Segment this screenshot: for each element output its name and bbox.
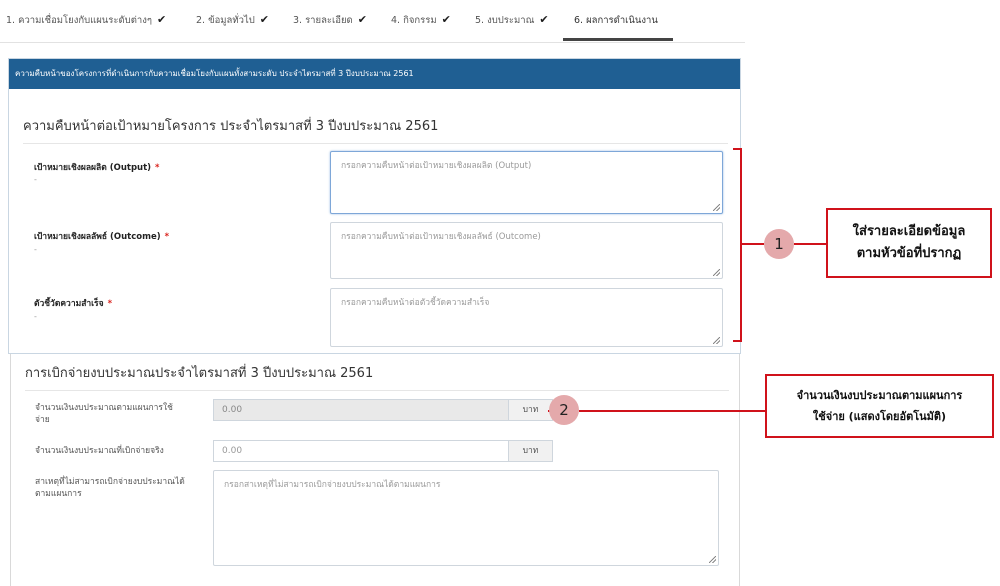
required-mark: * [164,232,170,242]
output-subtext: - [34,175,37,184]
outcome-textarea[interactable]: กรอกความคืบหน้าต่อเป้าหมายเชิงผลลัพธ์ (O… [330,222,723,279]
annotation-line [579,410,765,412]
kpi-placeholder: กรอกความคืบหน้าต่อตัวชี้วัดความสำเร็จ [341,298,490,308]
budget-panel: การเบิกจ่ายงบประมาณประจำไตรมาสที่ 3 ปีงบ… [10,354,740,586]
planned-amount-group: 0.00 บาท [213,399,553,421]
annotation-callout-1: ใส่รายละเอียดข้อมูล ตามหัวข้อที่ปรากฏ [826,208,992,278]
tab-step-3-label: 3. รายละเอียด [293,15,353,26]
annotation-marker-1: 1 [764,229,794,259]
check-icon: ✔ [441,13,451,26]
callout-1-line-1: ใส่รายละเอียดข้อมูล [852,224,966,239]
required-mark: * [155,163,160,173]
annotation-line [794,243,826,245]
tab-step-5-label: 5. งบประมาณ [475,15,535,26]
divider [25,390,729,391]
annotation-bracket [733,148,742,342]
divider [23,143,728,144]
tab-step-3[interactable]: 3. รายละเอียด ✔ [293,13,367,37]
required-mark: * [107,299,113,309]
annotation-line [742,243,764,245]
check-icon: ✔ [156,13,167,26]
check-icon: ✔ [259,13,269,26]
kpi-label: ตัวชี้วัดความสำเร็จ * [34,296,112,310]
tab-step-4[interactable]: 4. กิจกรรม ✔ [391,13,451,37]
planned-amount-label: จำนวนเงินงบประมาณตามแผนการใช้จ่าย [35,403,173,425]
resize-handle-icon[interactable] [709,556,716,563]
annotation-callout-2: จำนวนเงินงบประมาณตามแผนการ ใช้จ่าย (แสดง… [765,374,994,438]
kpi-label-text: ตัวชี้วัดความสำเร็จ [34,299,104,309]
output-placeholder: กรอกความคืบหน้าต่อเป้าหมายเชิงผลผลิต (Ou… [341,161,532,171]
resize-handle-icon[interactable] [713,204,720,211]
callout-2-line-2: ใช้จ่าย (แสดงโดยอัตโนมัติ) [812,410,947,423]
output-label: เป้าหมายเชิงผลผลิต (Output) * [34,160,159,174]
tab-step-1[interactable]: 1. ความเชื่อมโยงกับแผนระดับต่างๆ ✔ [6,13,166,37]
outcome-subtext: - [34,245,37,254]
progress-section-title: ความคืบหน้าต่อเป้าหมายโครงการ ประจำไตรมา… [23,119,439,134]
reason-textarea[interactable]: กรอกสาเหตุที่ไม่สามารถเบิกจ่ายงบประมาณได… [213,470,719,566]
tab-step-1-label: 1. ความเชื่อมโยงกับแผนระดับต่างๆ [6,15,152,26]
annotation-marker-2: 2 [549,395,579,425]
reason-label: สาเหตุที่ไม่สามารถเบิกจ่ายงบประมาณได้ตาม… [35,477,185,499]
reason-placeholder: กรอกสาเหตุที่ไม่สามารถเบิกจ่ายงบประมาณได… [224,480,441,490]
actual-amount-unit: บาท [509,440,553,462]
kpi-textarea[interactable]: กรอกความคืบหน้าต่อตัวชี้วัดความสำเร็จ [330,288,723,347]
progress-panel: ความคืบหน้าของโครงการที่ดำเนินการกับความ… [8,58,741,354]
actual-amount-group: 0.00 บาท [213,440,553,462]
planned-amount-input: 0.00 [213,399,509,421]
check-icon: ✔ [357,13,367,26]
tab-step-6[interactable]: 6. ผลการดำเนินงาน [574,13,658,37]
tab-step-5[interactable]: 5. งบประมาณ ✔ [475,13,549,37]
actual-amount-label: จำนวนเงินงบประมาณที่เบิกจ่ายจริง [35,446,164,456]
budget-section-title: การเบิกจ่ายงบประมาณประจำไตรมาสที่ 3 ปีงบ… [25,366,374,381]
resize-handle-icon[interactable] [713,269,720,276]
outcome-placeholder: กรอกความคืบหน้าต่อเป้าหมายเชิงผลลัพธ์ (O… [341,232,541,242]
check-icon: ✔ [539,13,549,26]
active-tab-indicator [563,38,673,41]
tab-step-2[interactable]: 2. ข้อมูลทั่วไป ✔ [196,13,269,37]
outcome-label-text: เป้าหมายเชิงผลลัพธ์ (Outcome) [34,232,161,242]
step-tabs: 1. ความเชื่อมโยงกับแผนระดับต่างๆ ✔ 2. ข้อ… [0,0,745,43]
outcome-label: เป้าหมายเชิงผลลัพธ์ (Outcome) * [34,229,169,243]
output-label-text: เป้าหมายเชิงผลผลิต (Output) [34,163,152,173]
kpi-subtext: - [34,312,37,321]
tab-step-6-label: 6. ผลการดำเนินงาน [574,15,658,26]
callout-1-line-2: ตามหัวข้อที่ปรากฏ [856,246,962,261]
output-textarea[interactable]: กรอกความคืบหน้าต่อเป้าหมายเชิงผลผลิต (Ou… [330,151,723,214]
actual-amount-input[interactable]: 0.00 [213,440,509,462]
tab-step-4-label: 4. กิจกรรม [391,15,437,26]
resize-handle-icon[interactable] [713,337,720,344]
planned-amount-unit: บาท [509,399,553,421]
tab-step-2-label: 2. ข้อมูลทั่วไป [196,15,255,26]
callout-2-line-1: จำนวนเงินงบประมาณตามแผนการ [796,389,963,402]
progress-panel-header: ความคืบหน้าของโครงการที่ดำเนินการกับความ… [9,59,740,89]
